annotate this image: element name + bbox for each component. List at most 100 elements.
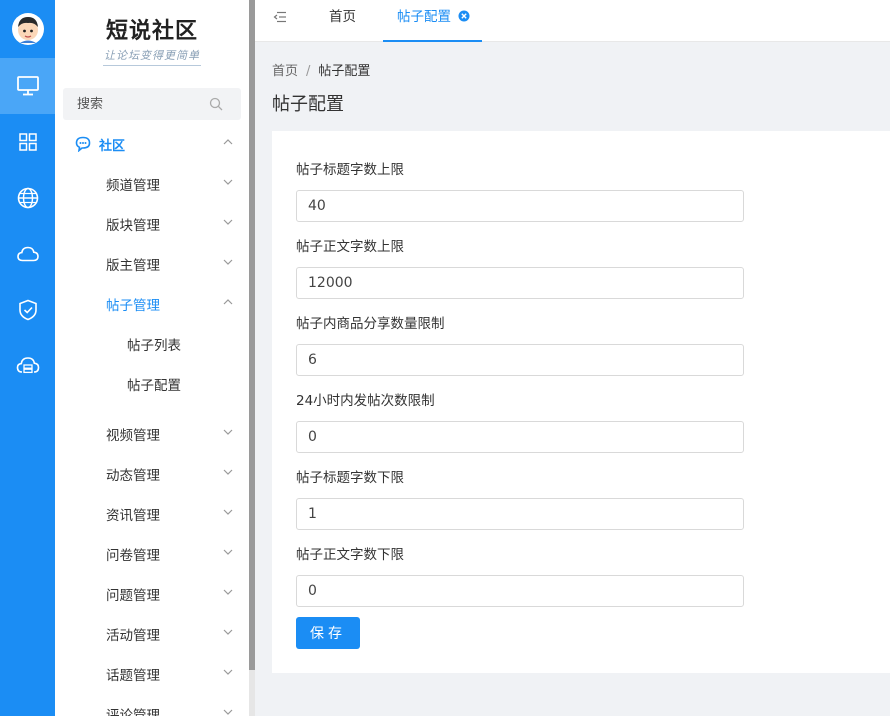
shield-check-icon (18, 299, 37, 321)
nav-item-news[interactable]: 资讯管理 (55, 494, 249, 534)
search-icon[interactable] (209, 97, 223, 111)
nav-item-label: 版块管理 (106, 218, 160, 234)
nav-item-survey[interactable]: 问卷管理 (55, 534, 249, 574)
nav-sub-label: 帖子列表 (127, 338, 181, 354)
chevron-down-icon (223, 469, 233, 475)
nav-item-questions[interactable]: 问题管理 (55, 574, 249, 614)
nav-item-channel[interactable]: 频道管理 (55, 164, 249, 204)
nav-menu: 社区 频道管理 版块管理 版主管理 帖子管理 帖子列表 帖子配置 视频管理 动态… (55, 124, 249, 716)
cloud-server-icon (16, 357, 39, 374)
body-min-input[interactable] (296, 575, 744, 607)
field-label: 帖子标题字数上限 (296, 162, 404, 178)
chevron-down-icon (223, 259, 233, 265)
title-min-input[interactable] (296, 498, 744, 530)
nav-item-label: 频道管理 (106, 178, 160, 194)
rail-item-monitor[interactable] (0, 58, 55, 114)
grid-icon (18, 133, 37, 151)
chevron-down-icon (223, 669, 233, 675)
logo-title: 短说社区 (105, 18, 198, 44)
chevron-up-icon (223, 299, 233, 305)
rail-item-grid[interactable] (0, 114, 55, 170)
daily-post-limit-input[interactable] (296, 421, 744, 453)
globe-icon (17, 187, 38, 209)
avatar[interactable] (0, 0, 55, 58)
tab-label: 首页 (329, 9, 356, 25)
tab-post-config[interactable]: 帖子配置 (383, 0, 482, 42)
nav-sub-post-config[interactable]: 帖子配置 (55, 364, 249, 404)
tab-label: 帖子配置 (397, 9, 451, 25)
breadcrumb-separator: / (306, 64, 311, 79)
nav-item-moderator[interactable]: 版主管理 (55, 244, 249, 284)
nav-item-events[interactable]: 活动管理 (55, 614, 249, 654)
tab-home[interactable]: 首页 (329, 0, 356, 42)
chevron-up-icon (223, 139, 233, 145)
menu-scrollbar-thumb[interactable] (249, 0, 255, 670)
nav-item-dynamics[interactable]: 动态管理 (55, 454, 249, 494)
logo-underline (103, 65, 201, 66)
rail-item-cloud-server[interactable] (0, 338, 55, 394)
chevron-down-icon (223, 629, 233, 635)
nav-item-board[interactable]: 版块管理 (55, 204, 249, 244)
breadcrumb: 首页 / 帖子配置 (272, 60, 370, 79)
chevron-down-icon (223, 549, 233, 555)
product-share-limit-input[interactable] (296, 344, 744, 376)
collapse-menu-icon[interactable] (273, 11, 287, 23)
nav-group-community[interactable]: 社区 (55, 124, 249, 164)
breadcrumb-home[interactable]: 首页 (272, 64, 298, 79)
nav-item-topics[interactable]: 话题管理 (55, 654, 249, 694)
rail-item-cloud[interactable] (0, 226, 55, 282)
top-bar: 首页 帖子配置 (255, 0, 890, 42)
breadcrumb-current: 帖子配置 (318, 64, 371, 79)
body-max-input[interactable] (296, 267, 744, 299)
menu-search (63, 88, 241, 120)
logo-subtitle: 让论坛变得更简单 (104, 49, 200, 62)
nav-sub-label: 帖子配置 (127, 378, 181, 394)
nav-group-label: 社区 (99, 138, 126, 154)
nav-item-label: 活动管理 (106, 628, 160, 644)
field-label: 24小时内发帖次数限制 (296, 393, 435, 409)
nav-item-label: 资讯管理 (106, 508, 160, 524)
field-label: 帖子正文字数下限 (296, 547, 404, 563)
chevron-down-icon (223, 509, 233, 515)
chevron-down-icon (223, 179, 233, 185)
chevron-down-icon (223, 589, 233, 595)
field-label: 帖子标题字数下限 (296, 470, 404, 486)
close-tab-icon[interactable] (458, 10, 470, 22)
cloud-icon (16, 246, 39, 262)
nav-item-label: 问卷管理 (106, 548, 160, 564)
field-daily-post-limit: 24小时内发帖次数限制 (296, 389, 744, 453)
field-body-max: 帖子正文字数上限 (296, 235, 744, 299)
icon-rail (0, 0, 55, 716)
field-title-max: 帖子标题字数上限 (296, 158, 744, 222)
rail-item-globe[interactable] (0, 170, 55, 226)
menu-scrollbar-track[interactable] (249, 670, 255, 716)
chat-icon (75, 136, 91, 152)
title-max-input[interactable] (296, 190, 744, 222)
config-form-card: 帖子标题字数上限 帖子正文字数上限 帖子内商品分享数量限制 24小时内发帖次数限… (272, 131, 890, 673)
field-body-min: 帖子正文字数下限 (296, 543, 744, 607)
nav-sub-post-list[interactable]: 帖子列表 (55, 324, 249, 364)
chevron-down-icon (223, 709, 233, 715)
chevron-down-icon (223, 219, 233, 225)
field-title-min: 帖子标题字数下限 (296, 466, 744, 530)
user-avatar-icon (11, 13, 44, 45)
save-button[interactable]: 保存 (296, 617, 360, 649)
field-product-share-limit: 帖子内商品分享数量限制 (296, 312, 744, 376)
nav-item-label: 帖子管理 (106, 298, 160, 314)
nav-item-label: 版主管理 (106, 258, 160, 274)
field-label: 帖子正文字数上限 (296, 239, 404, 255)
rail-item-shield[interactable] (0, 282, 55, 338)
page-title: 帖子配置 (272, 94, 344, 115)
nav-item-label: 视频管理 (106, 428, 160, 444)
nav-item-label: 问题管理 (106, 588, 160, 604)
field-label: 帖子内商品分享数量限制 (296, 316, 445, 332)
monitor-icon (16, 76, 39, 96)
nav-item-video[interactable]: 视频管理 (55, 414, 249, 454)
nav-item-label: 评论管理 (106, 708, 160, 716)
nav-item-posts[interactable]: 帖子管理 (55, 284, 249, 324)
side-menu: 短说社区 让论坛变得更简单 社区 频道管理 版块管理 (55, 0, 249, 716)
logo[interactable]: 短说社区 让论坛变得更简单 (55, 0, 249, 78)
nav-item-comments[interactable]: 评论管理 (55, 694, 249, 716)
nav-item-label: 话题管理 (106, 668, 160, 684)
